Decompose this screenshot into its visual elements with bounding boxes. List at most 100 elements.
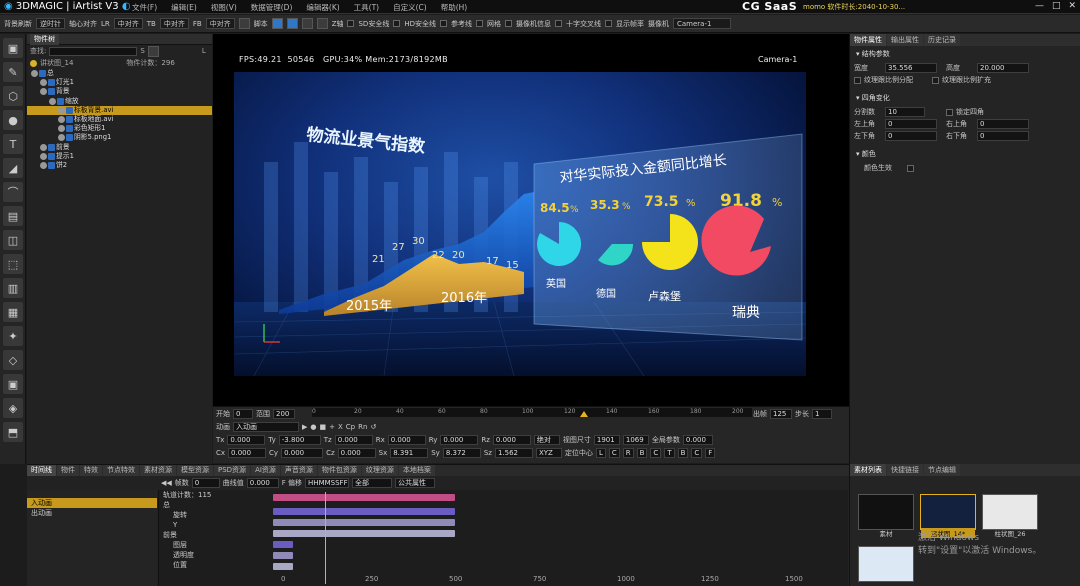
bottom-tab[interactable]: 物件 bbox=[57, 465, 79, 476]
curve-tool-icon[interactable]: ⌒ bbox=[3, 182, 23, 202]
render-icon[interactable] bbox=[271, 18, 283, 29]
tz-input[interactable]: 0.000 bbox=[334, 434, 373, 445]
fb-select[interactable]: 中对齐 bbox=[205, 18, 235, 29]
tab-node-edit[interactable]: 节点编辑 bbox=[924, 464, 960, 476]
abs-select[interactable]: 绝对 bbox=[533, 434, 560, 445]
track-row[interactable]: 位置 bbox=[159, 560, 848, 570]
tex-scale-checkbox[interactable] bbox=[932, 76, 939, 84]
keybar-fg[interactable] bbox=[273, 541, 293, 548]
step-input[interactable]: 1 bbox=[812, 408, 832, 419]
tab-quick-links[interactable]: 快捷链接 bbox=[887, 464, 923, 476]
visibility-icon[interactable] bbox=[40, 152, 47, 160]
material-thumb-4[interactable] bbox=[858, 546, 914, 582]
track-row[interactable]: 图层 bbox=[159, 540, 848, 550]
pivot-c[interactable]: C bbox=[608, 447, 620, 458]
scene-render[interactable]: 21 27 30 22 20 17 15 2015年 2016年 物流业景气指数… bbox=[234, 72, 806, 376]
section-color[interactable]: ▾ 颜色 bbox=[850, 146, 1080, 162]
anim-out-row[interactable]: 出动画 bbox=[27, 508, 157, 518]
object-tree-row[interactable]: 彩色矩形1 bbox=[27, 124, 212, 133]
eye-icon[interactable] bbox=[30, 59, 37, 67]
keybar-opacity[interactable] bbox=[273, 563, 293, 570]
frame-ruler[interactable]: 0 20 40 60 80 100 120 140 160 180 200 bbox=[312, 408, 752, 417]
pivot-t[interactable]: T bbox=[664, 447, 675, 458]
divs-input[interactable]: 10 bbox=[885, 107, 925, 117]
visibility-icon[interactable] bbox=[40, 79, 47, 87]
rz-input[interactable]: 0.000 bbox=[492, 434, 531, 445]
keybar-y[interactable] bbox=[273, 519, 455, 526]
keybar-main[interactable] bbox=[273, 494, 455, 501]
tab-object-props[interactable]: 物件属性 bbox=[850, 34, 886, 46]
material-thumb-pie[interactable]: 运状图_14* bbox=[920, 494, 976, 538]
start-input[interactable]: 0 bbox=[233, 408, 253, 419]
sphere-icon[interactable] bbox=[316, 18, 328, 29]
visibility-icon[interactable] bbox=[58, 106, 65, 114]
material-thumb-empty[interactable]: 素材 bbox=[858, 494, 914, 538]
object-tree-row[interactable]: 总 bbox=[27, 69, 212, 78]
visibility-icon[interactable] bbox=[58, 125, 65, 133]
cz-input[interactable]: 0.000 bbox=[337, 447, 376, 458]
sz-input[interactable]: 1.562 bbox=[494, 447, 533, 458]
curve-input[interactable]: 0.000 bbox=[246, 478, 279, 488]
rename-key-button[interactable]: Rn bbox=[358, 423, 367, 431]
select-tool-icon[interactable]: ▣ bbox=[3, 38, 23, 58]
rx-input[interactable]: 0.000 bbox=[387, 434, 426, 445]
play-icon[interactable]: ▶ bbox=[302, 423, 307, 431]
chart-tool-icon[interactable]: ▤ bbox=[3, 206, 23, 226]
object-tree-row[interactable]: 背景 bbox=[27, 87, 212, 96]
pivot-f[interactable]: F bbox=[705, 447, 716, 458]
pivot-r[interactable]: R bbox=[622, 447, 634, 458]
filter-l-button[interactable]: L bbox=[202, 47, 206, 55]
bottom-tab[interactable]: 素材资源 bbox=[140, 465, 176, 476]
visibility-icon[interactable] bbox=[58, 116, 65, 124]
frame-tool-icon[interactable]: ⬚ bbox=[3, 254, 23, 274]
anim-select[interactable]: 入动画 bbox=[233, 421, 299, 432]
node-tool-icon[interactable]: ◈ bbox=[3, 398, 23, 418]
keybar-layer[interactable] bbox=[273, 552, 293, 559]
lock-corner-checkbox[interactable] bbox=[946, 108, 953, 116]
visibility-icon[interactable] bbox=[40, 88, 47, 96]
prev-key-icon[interactable]: ◀◀ bbox=[161, 479, 172, 487]
particle-tool-icon[interactable]: ✦ bbox=[3, 326, 23, 346]
br-input[interactable]: 0 bbox=[977, 131, 1029, 141]
refresh-icon[interactable]: ↺ bbox=[370, 423, 376, 431]
range-input[interactable]: 200 bbox=[273, 408, 295, 419]
tl-input[interactable]: 0 bbox=[885, 119, 937, 129]
layer-tool-icon[interactable]: ⬒ bbox=[3, 422, 23, 442]
record-icon[interactable]: ● bbox=[310, 423, 316, 431]
visibility-icon[interactable] bbox=[40, 143, 47, 151]
bottom-tab[interactable]: 本地档案 bbox=[398, 465, 435, 476]
section-structure[interactable]: ▾ 结构参数 bbox=[850, 46, 1080, 62]
bottom-tab[interactable]: 时间线 bbox=[27, 465, 56, 476]
image-tool-icon[interactable]: ▣ bbox=[3, 374, 23, 394]
fix-ratio-checkbox[interactable] bbox=[854, 76, 861, 84]
object-tree-row[interactable]: 阴影5.png1 bbox=[27, 133, 212, 142]
frame-input[interactable]: 0 bbox=[191, 478, 220, 488]
add-key-icon[interactable]: + bbox=[329, 423, 335, 431]
z-axis-button[interactable]: Z轴 bbox=[332, 19, 344, 29]
common-props-select[interactable]: 公共属性 bbox=[395, 478, 436, 488]
pivot-c2[interactable]: C bbox=[650, 447, 662, 458]
sy-input[interactable]: 8.372 bbox=[442, 447, 481, 458]
camera-select[interactable]: Camera-1 bbox=[672, 18, 731, 29]
delete-key-button[interactable]: X bbox=[338, 423, 343, 431]
tab-output-props[interactable]: 输出属性 bbox=[887, 34, 923, 46]
keybar-y2[interactable] bbox=[273, 530, 455, 537]
track-area[interactable]: 轨道计数：115 总旋转 Y 前景 图层 透明度 位置 0 250 500 750 1000 125… bbox=[158, 490, 848, 586]
visibility-icon[interactable] bbox=[31, 70, 38, 78]
keybar-rotate[interactable] bbox=[273, 508, 455, 515]
diamond-tool-icon[interactable]: ◇ bbox=[3, 350, 23, 370]
pivot-l[interactable]: L bbox=[595, 447, 606, 458]
object-tree-row[interactable]: 提示1 bbox=[27, 152, 212, 161]
tr-input[interactable]: 0 bbox=[977, 119, 1029, 129]
menu-help[interactable]: 帮助(H) bbox=[441, 2, 468, 13]
bottom-tab[interactable]: 特效 bbox=[80, 465, 102, 476]
anim-in-row[interactable]: 入动画 bbox=[27, 498, 157, 508]
object-tree-row[interactable]: 饼2 bbox=[27, 161, 212, 170]
track-row[interactable]: Y bbox=[159, 520, 848, 530]
panel-tool-icon[interactable]: ◫ bbox=[3, 230, 23, 250]
menu-tools[interactable]: 工具(T) bbox=[354, 2, 379, 13]
close-icon[interactable]: ✕ bbox=[1068, 1, 1076, 11]
out-input[interactable]: 125 bbox=[770, 408, 792, 419]
bl-input[interactable]: 0 bbox=[885, 131, 937, 141]
grid-checkbox[interactable] bbox=[475, 20, 483, 27]
